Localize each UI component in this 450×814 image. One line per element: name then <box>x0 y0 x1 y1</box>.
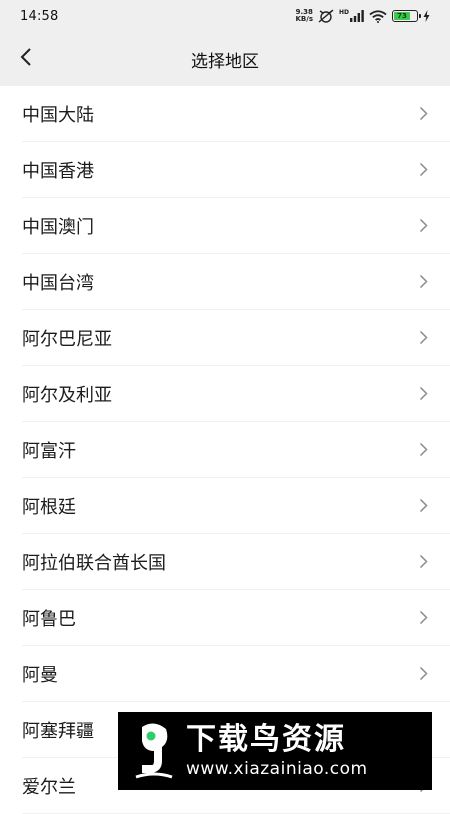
region-name: 阿鲁巴 <box>22 608 76 630</box>
status-time: 14:58 <box>20 8 59 24</box>
watermark: 下载鸟资源 www.xiazainiao.com <box>118 712 432 790</box>
region-name: 阿尔及利亚 <box>22 384 112 406</box>
alarm-off-icon <box>318 9 334 23</box>
chevron-right-icon <box>419 330 428 345</box>
chevron-right-icon <box>419 498 428 513</box>
region-item[interactable]: 阿根廷 <box>22 478 450 534</box>
chevron-right-icon <box>419 106 428 121</box>
region-name: 阿尔巴尼亚 <box>22 328 112 350</box>
region-name: 阿富汗 <box>22 440 76 462</box>
region-item[interactable]: 阿尔及利亚 <box>22 366 450 422</box>
watermark-text: 下载鸟资源 www.xiazainiao.com <box>186 722 368 780</box>
region-name: 爱尔兰 <box>22 776 76 798</box>
region-name: 中国大陆 <box>22 104 94 126</box>
chevron-right-icon <box>419 162 428 177</box>
region-item[interactable]: 阿曼 <box>22 646 450 702</box>
region-item[interactable]: 中国澳门 <box>22 198 450 254</box>
region-name: 阿曼 <box>22 664 58 686</box>
status-icons: 9.38 KB/s HD 73 <box>296 9 431 23</box>
region-name: 阿拉伯联合酋长国 <box>22 552 166 574</box>
region-item[interactable]: 中国香港 <box>22 142 450 198</box>
chevron-right-icon <box>419 554 428 569</box>
region-name: 阿塞拜疆 <box>22 720 94 742</box>
signal-hd-label: HD <box>338 9 349 16</box>
region-item[interactable]: 阿鲁巴 <box>22 590 450 646</box>
chevron-right-icon <box>419 274 428 289</box>
watermark-logo-icon <box>132 721 176 781</box>
battery-icon: 73 <box>392 10 421 22</box>
region-item[interactable]: 中国大陆 <box>22 86 450 142</box>
chevron-right-icon <box>419 218 428 233</box>
wifi-icon <box>369 9 387 23</box>
charging-icon <box>423 10 430 22</box>
back-button[interactable] <box>8 41 44 77</box>
header: 选择地区 <box>0 32 450 86</box>
region-item[interactable]: 阿拉伯联合酋长国 <box>22 534 450 590</box>
battery-level: 73 <box>394 12 411 20</box>
status-bar: 14:58 9.38 KB/s HD 73 <box>0 0 450 32</box>
region-name: 中国台湾 <box>22 272 94 294</box>
region-list: 中国大陆中国香港中国澳门中国台湾阿尔巴尼亚阿尔及利亚阿富汗阿根廷阿拉伯联合酋长国… <box>0 86 450 814</box>
page-title: 选择地区 <box>191 51 259 72</box>
region-name: 中国澳门 <box>22 216 94 238</box>
region-item[interactable]: 阿尔巴尼亚 <box>22 310 450 366</box>
region-item[interactable]: 中国台湾 <box>22 254 450 310</box>
chevron-right-icon <box>419 666 428 681</box>
chevron-left-icon <box>19 47 33 71</box>
region-item[interactable]: 阿富汗 <box>22 422 450 478</box>
chevron-right-icon <box>419 386 428 401</box>
watermark-url: www.xiazainiao.com <box>186 759 368 779</box>
cellular-signal-icon: HD <box>339 10 364 22</box>
network-speed-unit: KB/s <box>295 15 313 23</box>
chevron-right-icon <box>419 442 428 457</box>
network-speed: 9.38 KB/s <box>296 9 313 23</box>
chevron-right-icon <box>419 610 428 625</box>
region-name: 阿根廷 <box>22 496 76 518</box>
region-name: 中国香港 <box>22 160 94 182</box>
watermark-title: 下载鸟资源 <box>186 722 346 757</box>
